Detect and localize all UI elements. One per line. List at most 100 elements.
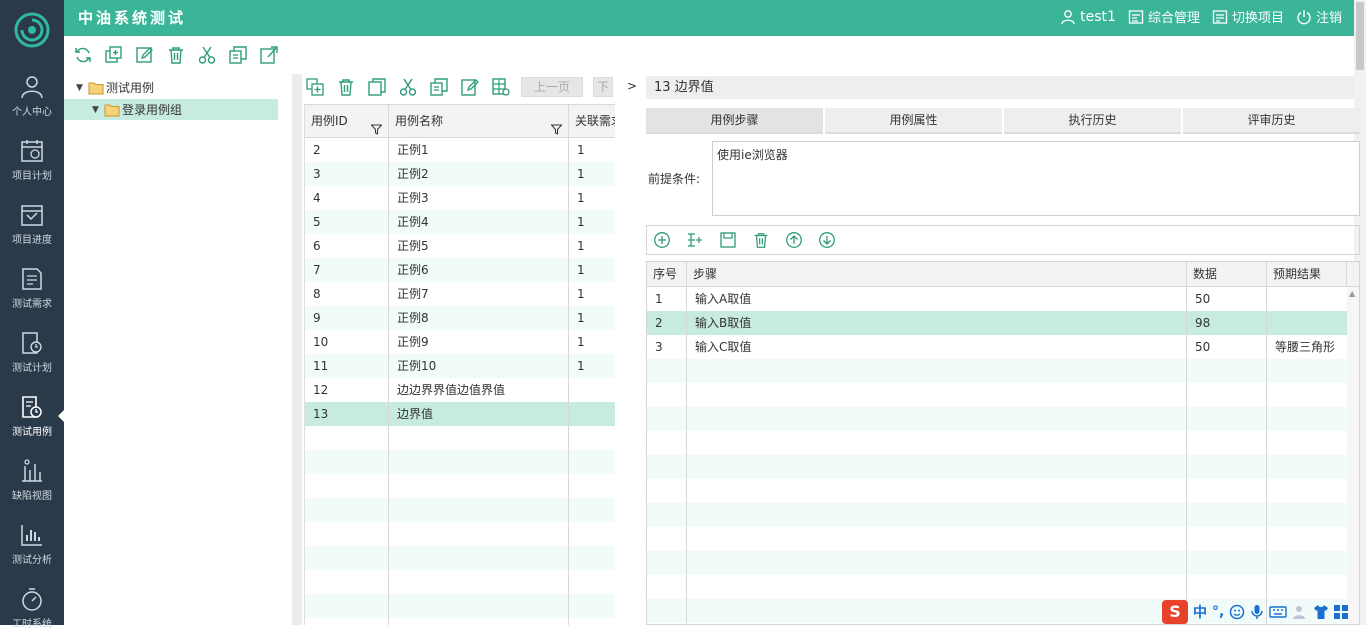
cell-id: 7 bbox=[313, 263, 321, 277]
column-header-data[interactable]: 数据 bbox=[1187, 262, 1267, 286]
ime-lang-toggle[interactable]: 中 bbox=[1193, 602, 1207, 622]
detail-tabs: 用例步骤 用例属性 执行历史 评审历史 bbox=[646, 108, 1360, 134]
sidebar-item-bug[interactable]: 缺陷视图 bbox=[0, 448, 64, 512]
table-row bbox=[647, 503, 1347, 527]
sidebar-item-chart[interactable]: 测试分析 bbox=[0, 512, 64, 576]
sidebar-item-testcase[interactable]: 测试用例 bbox=[0, 384, 64, 448]
folder-open-icon bbox=[88, 81, 104, 95]
ime-punctuation-toggle[interactable]: °, bbox=[1212, 604, 1224, 620]
user-menu[interactable]: test1 bbox=[1060, 9, 1116, 25]
column-header-requirement[interactable]: 关联需求 bbox=[569, 105, 615, 137]
switch-icon bbox=[1212, 9, 1228, 25]
tab-case-properties[interactable]: 用例属性 bbox=[825, 108, 1002, 134]
calendar-icon bbox=[19, 138, 45, 164]
person-icon bbox=[19, 74, 45, 100]
filter-icon[interactable] bbox=[370, 115, 383, 137]
edit-icon[interactable] bbox=[134, 44, 155, 65]
sidebar-item-plan[interactable]: 测试计划 bbox=[0, 320, 64, 384]
tshirt-icon[interactable] bbox=[1313, 604, 1329, 620]
general-management-link[interactable]: 综合管理 bbox=[1128, 7, 1200, 26]
move-up-icon[interactable] bbox=[783, 230, 804, 251]
tree-node-login-group[interactable]: ▼ 登录用例组 bbox=[64, 99, 278, 120]
export-icon[interactable] bbox=[258, 44, 279, 65]
sidebar-item-person[interactable]: 个人中心 bbox=[0, 64, 64, 128]
save-icon[interactable] bbox=[717, 230, 738, 251]
tab-case-steps[interactable]: 用例步骤 bbox=[646, 108, 823, 134]
cut-case-icon[interactable] bbox=[397, 77, 418, 98]
cell-requirement: 1 bbox=[577, 263, 585, 277]
microphone-icon[interactable] bbox=[1250, 604, 1264, 620]
switch-project-link[interactable]: 切换项目 bbox=[1212, 7, 1284, 26]
add-case-icon[interactable] bbox=[304, 77, 325, 98]
copy-icon[interactable] bbox=[227, 44, 248, 65]
sidebar-item-label: 测试用例 bbox=[12, 427, 52, 438]
user-skin-icon[interactable] bbox=[1292, 604, 1308, 620]
cell-expected: 等腰三角形 bbox=[1275, 340, 1336, 354]
sidebar-item-stopwatch[interactable]: 工时系统 bbox=[0, 576, 64, 640]
column-header-expected[interactable]: 预期结果 bbox=[1267, 262, 1347, 286]
cell-expected bbox=[1267, 287, 1347, 311]
cell-requirement: 1 bbox=[577, 335, 585, 349]
table-row bbox=[647, 431, 1347, 455]
precondition-input[interactable] bbox=[712, 141, 1360, 216]
duplicate-icon[interactable] bbox=[366, 77, 387, 98]
next-page-button[interactable]: 下 bbox=[593, 77, 613, 97]
power-icon bbox=[1296, 9, 1312, 25]
table-row bbox=[647, 383, 1347, 407]
keyboard-icon[interactable] bbox=[1269, 605, 1288, 619]
app-logo[interactable] bbox=[0, 0, 64, 60]
cell-data: 98 bbox=[1195, 316, 1211, 330]
caret-down-icon[interactable]: ▼ bbox=[92, 105, 102, 115]
column-header-step[interactable]: 步骤 bbox=[687, 262, 1187, 286]
delete-case-icon[interactable] bbox=[335, 77, 356, 98]
prev-page-button[interactable]: 上一页 bbox=[521, 77, 583, 97]
step-grid-scrollbar[interactable]: ▲ bbox=[1347, 287, 1359, 624]
switch-project-label: 切换项目 bbox=[1231, 11, 1284, 26]
sidebar-item-progress[interactable]: 项目进度 bbox=[0, 192, 64, 256]
add-step-icon[interactable] bbox=[651, 230, 672, 251]
cell-id: 10 bbox=[313, 335, 329, 349]
cell-id: 9 bbox=[313, 311, 321, 325]
column-header-seq[interactable]: 序号 bbox=[647, 262, 687, 286]
tree-node-root[interactable]: ▼ 测试用例 bbox=[76, 77, 154, 98]
cell-id: 13 bbox=[313, 407, 329, 421]
table-settings-icon[interactable] bbox=[490, 77, 511, 98]
cell-name: 正例4 bbox=[397, 215, 429, 229]
edit-case-icon[interactable] bbox=[459, 77, 480, 98]
tab-review-history[interactable]: 评审历史 bbox=[1183, 108, 1360, 134]
sidebar-item-requirement[interactable]: 测试需求 bbox=[0, 256, 64, 320]
delete-icon[interactable] bbox=[165, 44, 186, 65]
cell-id: 12 bbox=[313, 383, 329, 397]
column-header-id[interactable]: 用例ID bbox=[305, 105, 389, 137]
panel-splitter[interactable] bbox=[292, 74, 302, 625]
insert-step-icon[interactable] bbox=[684, 230, 705, 251]
tab-execution-history[interactable]: 执行历史 bbox=[1004, 108, 1181, 134]
logout-label: 注销 bbox=[1315, 11, 1342, 26]
emoji-icon[interactable] bbox=[1229, 604, 1245, 620]
grid-menu-icon[interactable] bbox=[1334, 604, 1349, 619]
table-row[interactable]: 1 输入A取值 50 bbox=[647, 287, 1347, 311]
top-header: 中油系统测试 test1 综合管理 切换项目 注销 bbox=[64, 0, 1354, 36]
cell-requirement bbox=[569, 378, 615, 402]
cell-name: 正例9 bbox=[397, 335, 429, 349]
column-header-name[interactable]: 用例名称 bbox=[389, 105, 569, 137]
table-row[interactable]: 3 输入C取值 50 等腰三角形 bbox=[647, 335, 1347, 359]
filter-icon[interactable] bbox=[550, 115, 563, 137]
caret-down-icon[interactable]: ▼ bbox=[76, 83, 86, 93]
bug-icon bbox=[19, 458, 45, 484]
cell-requirement: 1 bbox=[577, 311, 585, 325]
cut-icon[interactable] bbox=[196, 44, 217, 65]
refresh-icon[interactable] bbox=[72, 44, 93, 65]
add-group-icon[interactable] bbox=[103, 44, 124, 65]
move-down-icon[interactable] bbox=[816, 230, 837, 251]
sidebar-item-calendar[interactable]: 项目计划 bbox=[0, 128, 64, 192]
table-row bbox=[647, 455, 1347, 479]
logout-link[interactable]: 注销 bbox=[1296, 7, 1342, 26]
delete-step-icon[interactable] bbox=[750, 230, 771, 251]
paste-icon[interactable] bbox=[428, 77, 449, 98]
cell-requirement: 1 bbox=[577, 359, 585, 373]
management-icon bbox=[1128, 9, 1144, 25]
table-row[interactable]: 2 输入B取值 98 bbox=[647, 311, 1347, 335]
cell-data: 50 bbox=[1195, 292, 1211, 306]
sogou-logo-icon[interactable]: S bbox=[1162, 599, 1188, 624]
